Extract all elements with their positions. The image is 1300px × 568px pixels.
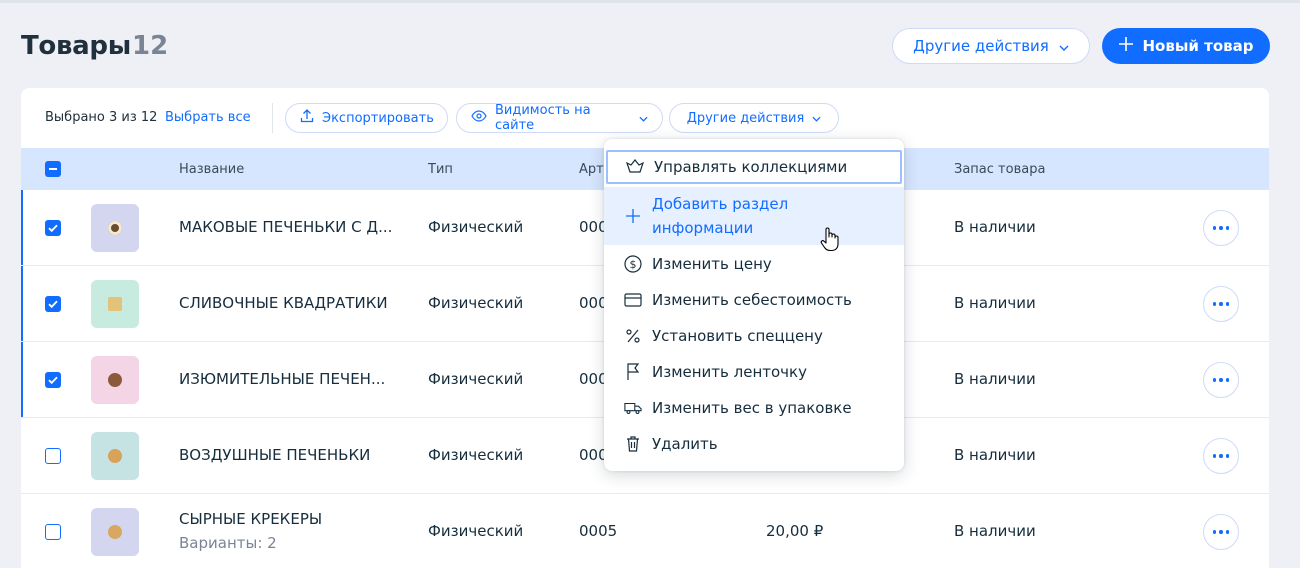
site-visibility-button[interactable]: Видимость на сайте <box>456 103 663 133</box>
menu-item-delete[interactable]: Удалить <box>604 432 904 456</box>
product-type: Физический <box>428 522 524 540</box>
product-variants: Варианты: 2 <box>179 534 277 552</box>
product-stock: В наличии <box>954 446 1036 464</box>
table-row[interactable]: СЫРНЫЕ КРЕКЕРЫ Варианты: 2 Физический 00… <box>21 494 1269 568</box>
menu-item-label: Управлять коллекциями <box>654 158 848 176</box>
percent-icon <box>624 327 642 345</box>
row-more-actions-button[interactable] <box>1203 438 1239 474</box>
top-divider <box>0 0 1300 3</box>
menu-item-manage-collections[interactable]: Управлять коллекциями <box>606 150 902 184</box>
product-sku: 0005 <box>579 522 618 540</box>
other-actions-menu: Управлять коллекциями Добавить раздел ин… <box>604 139 904 471</box>
menu-item-label-line2: информации <box>652 219 754 237</box>
menu-item-change-cost[interactable]: Изменить себестоимость <box>604 288 904 312</box>
product-count: 12 <box>132 31 169 61</box>
export-button[interactable]: Экспортировать <box>285 103 448 133</box>
menu-item-add-info-section[interactable]: Добавить раздел информации <box>604 187 904 245</box>
product-name: СЛИВОЧНЫЕ КВАДРАТИКИ <box>179 294 388 312</box>
row-checkbox[interactable] <box>45 220 61 236</box>
toolbar-divider <box>272 103 273 133</box>
product-thumbnail <box>91 356 139 404</box>
site-visibility-label: Видимость на сайте <box>495 103 591 133</box>
menu-item-label: Удалить <box>652 435 718 453</box>
menu-item-label: Добавить раздел <box>652 195 789 213</box>
menu-item-label: Изменить ленточку <box>652 363 807 381</box>
menu-item-label: Изменить цену <box>652 255 772 273</box>
other-actions-label: Другие действия <box>913 37 1049 55</box>
eye-icon <box>471 110 487 126</box>
row-more-actions-button[interactable] <box>1203 514 1239 550</box>
product-stock: В наличии <box>954 294 1036 312</box>
upload-icon <box>300 109 314 127</box>
hand-pointer-cursor-icon <box>820 226 840 256</box>
product-stock: В наличии <box>954 370 1036 388</box>
row-more-actions-button[interactable] <box>1203 210 1239 246</box>
shipping-truck-icon <box>624 399 642 417</box>
menu-item-change-weight[interactable]: Изменить вес в упаковке <box>604 396 904 420</box>
price-icon: $ <box>624 255 642 273</box>
product-type: Физический <box>428 370 524 388</box>
product-stock: В наличии <box>954 522 1036 540</box>
plus-icon <box>1118 37 1133 55</box>
plus-icon <box>624 207 642 225</box>
row-checkbox[interactable] <box>45 372 61 388</box>
new-product-label: Новый товар <box>1142 37 1254 55</box>
chevron-down-icon <box>812 111 821 126</box>
chevron-down-icon <box>1059 37 1069 55</box>
product-thumbnail <box>91 508 139 556</box>
menu-item-label: Установить спеццену <box>652 327 823 345</box>
selected-count-text: Выбрано 3 из 12 <box>45 110 158 125</box>
product-thumbnail <box>91 280 139 328</box>
product-name: ИЗЮМИТЕЛЬНЫЕ ПЕЧЕН... <box>179 370 386 388</box>
menu-item-change-price[interactable]: $ Изменить цену <box>604 252 904 276</box>
row-more-actions-button[interactable] <box>1203 286 1239 322</box>
menu-item-label: Изменить себестоимость <box>652 291 852 309</box>
product-thumbnail <box>91 204 139 252</box>
select-all-checkbox[interactable] <box>45 161 61 177</box>
column-name[interactable]: Название <box>179 162 244 177</box>
cost-icon <box>624 291 642 309</box>
new-product-button[interactable]: Новый товар <box>1102 28 1270 64</box>
menu-item-set-special-price[interactable]: Установить спеццену <box>604 324 904 348</box>
product-type: Физический <box>428 218 524 236</box>
product-thumbnail <box>91 432 139 480</box>
row-checkbox[interactable] <box>45 448 61 464</box>
collections-icon <box>626 158 644 176</box>
chevron-down-icon <box>639 111 648 126</box>
ribbon-flag-icon <box>624 363 642 381</box>
toolbar-other-actions-label: Другие действия <box>686 110 805 126</box>
column-type[interactable]: Тип <box>428 162 453 177</box>
product-type: Физический <box>428 294 524 312</box>
product-name: СЫРНЫЕ КРЕКЕРЫ <box>179 510 323 528</box>
svg-text:$: $ <box>630 258 637 271</box>
column-sku[interactable]: Арт <box>579 162 604 177</box>
select-all-link[interactable]: Выбрать все <box>165 110 251 125</box>
product-name: МАКОВЫЕ ПЕЧЕНЬКИ С Д... <box>179 218 393 236</box>
product-price: 20,00 ₽ <box>766 522 824 540</box>
product-type: Физический <box>428 446 524 464</box>
column-stock[interactable]: Запас товара <box>954 162 1045 177</box>
product-stock: В наличии <box>954 218 1036 236</box>
menu-item-label: Изменить вес в упаковке <box>652 399 852 417</box>
menu-item-change-ribbon[interactable]: Изменить ленточку <box>604 360 904 384</box>
row-checkbox[interactable] <box>45 296 61 312</box>
page-title: Товары <box>21 31 131 61</box>
export-label: Экспортировать <box>322 110 434 126</box>
other-actions-button[interactable]: Другие действия <box>892 28 1090 64</box>
row-checkbox[interactable] <box>45 524 61 540</box>
product-name: ВОЗДУШНЫЕ ПЕЧЕНЬКИ <box>179 446 371 464</box>
trash-icon <box>624 435 642 453</box>
row-more-actions-button[interactable] <box>1203 362 1239 398</box>
toolbar-other-actions-button[interactable]: Другие действия <box>669 103 839 133</box>
